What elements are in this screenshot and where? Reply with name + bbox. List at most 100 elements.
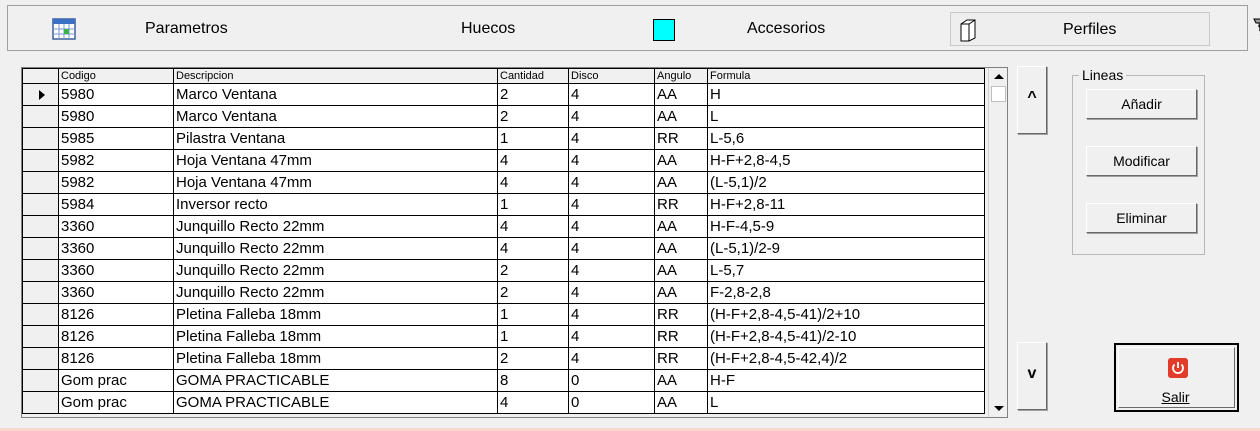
table-cell[interactable]: 4	[497, 171, 569, 194]
table-cell[interactable]: 4	[568, 347, 655, 370]
table-cell[interactable]: L-5,7	[707, 259, 985, 282]
table-cell[interactable]: Gom prac	[58, 369, 174, 392]
row-selector[interactable]	[22, 215, 59, 238]
table-cell[interactable]: Pletina Falleba 18mm	[173, 347, 498, 370]
table-cell[interactable]: 2	[497, 281, 569, 304]
row-selector[interactable]	[22, 193, 59, 216]
table-cell[interactable]: 3360	[58, 215, 174, 238]
row-selector[interactable]	[22, 83, 59, 106]
table-row[interactable]: 3360 Junquillo Recto 22mm 2 4 AA L-5,7	[22, 259, 985, 282]
table-row[interactable]: 5980 Marco Ventana 2 4 AA L	[22, 105, 985, 128]
delete-line-button[interactable]: Eliminar	[1086, 203, 1197, 233]
table-row[interactable]: 5984 Inversor recto 1 4 RR H-F+2,8-11	[22, 193, 985, 216]
table-cell[interactable]: 4	[568, 105, 655, 128]
table-cell[interactable]: 4	[568, 325, 655, 348]
tab-accesorios[interactable]: Accesorios	[608, 6, 1260, 52]
column-header[interactable]: Descripcion	[173, 68, 498, 84]
table-cell[interactable]: Marco Ventana	[173, 105, 498, 128]
table-cell[interactable]: 8126	[58, 303, 174, 326]
table-cell[interactable]: 4	[568, 259, 655, 282]
table-cell[interactable]: AA	[654, 369, 708, 392]
tab-perfiles[interactable]: Perfiles	[950, 12, 1210, 46]
row-selector[interactable]	[22, 105, 59, 128]
table-cell[interactable]: 1	[497, 325, 569, 348]
add-line-button[interactable]: Añadir	[1086, 89, 1197, 119]
table-cell[interactable]: (L-5,1)/2-9	[707, 237, 985, 260]
table-cell[interactable]: 8	[497, 369, 569, 392]
table-cell[interactable]: (L-5,1)/2	[707, 171, 985, 194]
row-selector[interactable]	[22, 369, 59, 392]
table-cell[interactable]: RR	[654, 193, 708, 216]
table-cell[interactable]: RR	[654, 347, 708, 370]
table-cell[interactable]: Junquillo Recto 22mm	[173, 281, 498, 304]
row-selector[interactable]	[22, 325, 59, 348]
table-cell[interactable]: 1	[497, 193, 569, 216]
scroll-down-button[interactable]	[990, 400, 1007, 417]
row-selector[interactable]	[22, 127, 59, 150]
row-selector[interactable]	[22, 281, 59, 304]
table-cell[interactable]: Hoja Ventana 47mm	[173, 171, 498, 194]
table-cell[interactable]: (H-F+2,8-4,5-41)/2-10	[707, 325, 985, 348]
table-cell[interactable]: 5984	[58, 193, 174, 216]
table-cell[interactable]: AA	[654, 83, 708, 106]
vertical-scrollbar[interactable]	[988, 68, 1007, 417]
table-row[interactable]: 3360 Junquillo Recto 22mm 4 4 AA H-F-4,5-9	[22, 215, 985, 238]
table-cell[interactable]: 4	[568, 193, 655, 216]
table-cell[interactable]: GOMA PRACTICABLE	[173, 369, 498, 392]
column-header[interactable]: Disco	[568, 68, 655, 84]
table-cell[interactable]: 4	[497, 237, 569, 260]
row-selector[interactable]	[22, 303, 59, 326]
table-cell[interactable]: 2	[497, 347, 569, 370]
table-cell[interactable]: 4	[568, 215, 655, 238]
table-cell[interactable]: 2	[497, 83, 569, 106]
row-selector[interactable]	[22, 391, 59, 414]
exit-button[interactable]: Salir	[1114, 343, 1239, 412]
table-cell[interactable]: RR	[654, 127, 708, 150]
tab-huecos[interactable]: Huecos	[308, 6, 675, 52]
table-cell[interactable]: 1	[497, 303, 569, 326]
table-cell[interactable]: 4	[568, 281, 655, 304]
move-down-button[interactable]: v	[1017, 342, 1047, 410]
move-up-button[interactable]: ^	[1017, 66, 1047, 134]
table-cell[interactable]: 4	[568, 171, 655, 194]
table-cell[interactable]: 4	[568, 303, 655, 326]
table-cell[interactable]: RR	[654, 325, 708, 348]
table-cell[interactable]: 5982	[58, 171, 174, 194]
table-cell[interactable]: AA	[654, 215, 708, 238]
table-cell[interactable]: Pletina Falleba 18mm	[173, 325, 498, 348]
table-cell[interactable]: H-F-4,5-9	[707, 215, 985, 238]
table-row[interactable]: 5982 Hoja Ventana 47mm 4 4 AA (L-5,1)/2	[22, 171, 985, 194]
table-cell[interactable]: GOMA PRACTICABLE	[173, 391, 498, 414]
table-cell[interactable]: 4	[497, 149, 569, 172]
table-row[interactable]: 5985 Pilastra Ventana 1 4 RR L-5,6	[22, 127, 985, 150]
table-cell[interactable]: Junquillo Recto 22mm	[173, 237, 498, 260]
table-cell[interactable]: L	[707, 391, 985, 414]
table-cell[interactable]: AA	[654, 281, 708, 304]
table-cell[interactable]: AA	[654, 105, 708, 128]
table-cell[interactable]: 4	[497, 391, 569, 414]
table-cell[interactable]: L-5,6	[707, 127, 985, 150]
column-header[interactable]: Cantidad	[497, 68, 569, 84]
modify-line-button[interactable]: Modificar	[1086, 146, 1197, 176]
tab-parametros[interactable]: Parametros	[8, 6, 308, 52]
table-cell[interactable]: 4	[568, 127, 655, 150]
table-cell[interactable]: 2	[497, 259, 569, 282]
table-cell[interactable]: AA	[654, 391, 708, 414]
table-cell[interactable]: 3360	[58, 237, 174, 260]
table-cell[interactable]: Pilastra Ventana	[173, 127, 498, 150]
table-cell[interactable]: Junquillo Recto 22mm	[173, 259, 498, 282]
table-cell[interactable]: 2	[497, 105, 569, 128]
table-row[interactable]: Gom prac GOMA PRACTICABLE 8 0 AA H-F	[22, 369, 985, 392]
table-cell[interactable]: H-F	[707, 369, 985, 392]
table-cell[interactable]: 0	[568, 369, 655, 392]
table-row[interactable]: 8126 Pletina Falleba 18mm 1 4 RR (H-F+2,8-4,5…	[22, 303, 985, 326]
row-selector[interactable]	[22, 259, 59, 282]
table-cell[interactable]: H-F+2,8-11	[707, 193, 985, 216]
table-cell[interactable]: RR	[654, 303, 708, 326]
table-cell[interactable]: AA	[654, 259, 708, 282]
table-row[interactable]: 8126 Pletina Falleba 18mm 1 4 RR (H-F+2,8-4,5…	[22, 325, 985, 348]
table-cell[interactable]: F-2,8-2,8	[707, 281, 985, 304]
column-header[interactable]: Angulo	[654, 68, 708, 84]
table-row[interactable]: 3360 Junquillo Recto 22mm 2 4 AA F-2,8-2,8	[22, 281, 985, 304]
table-cell[interactable]: 3360	[58, 281, 174, 304]
